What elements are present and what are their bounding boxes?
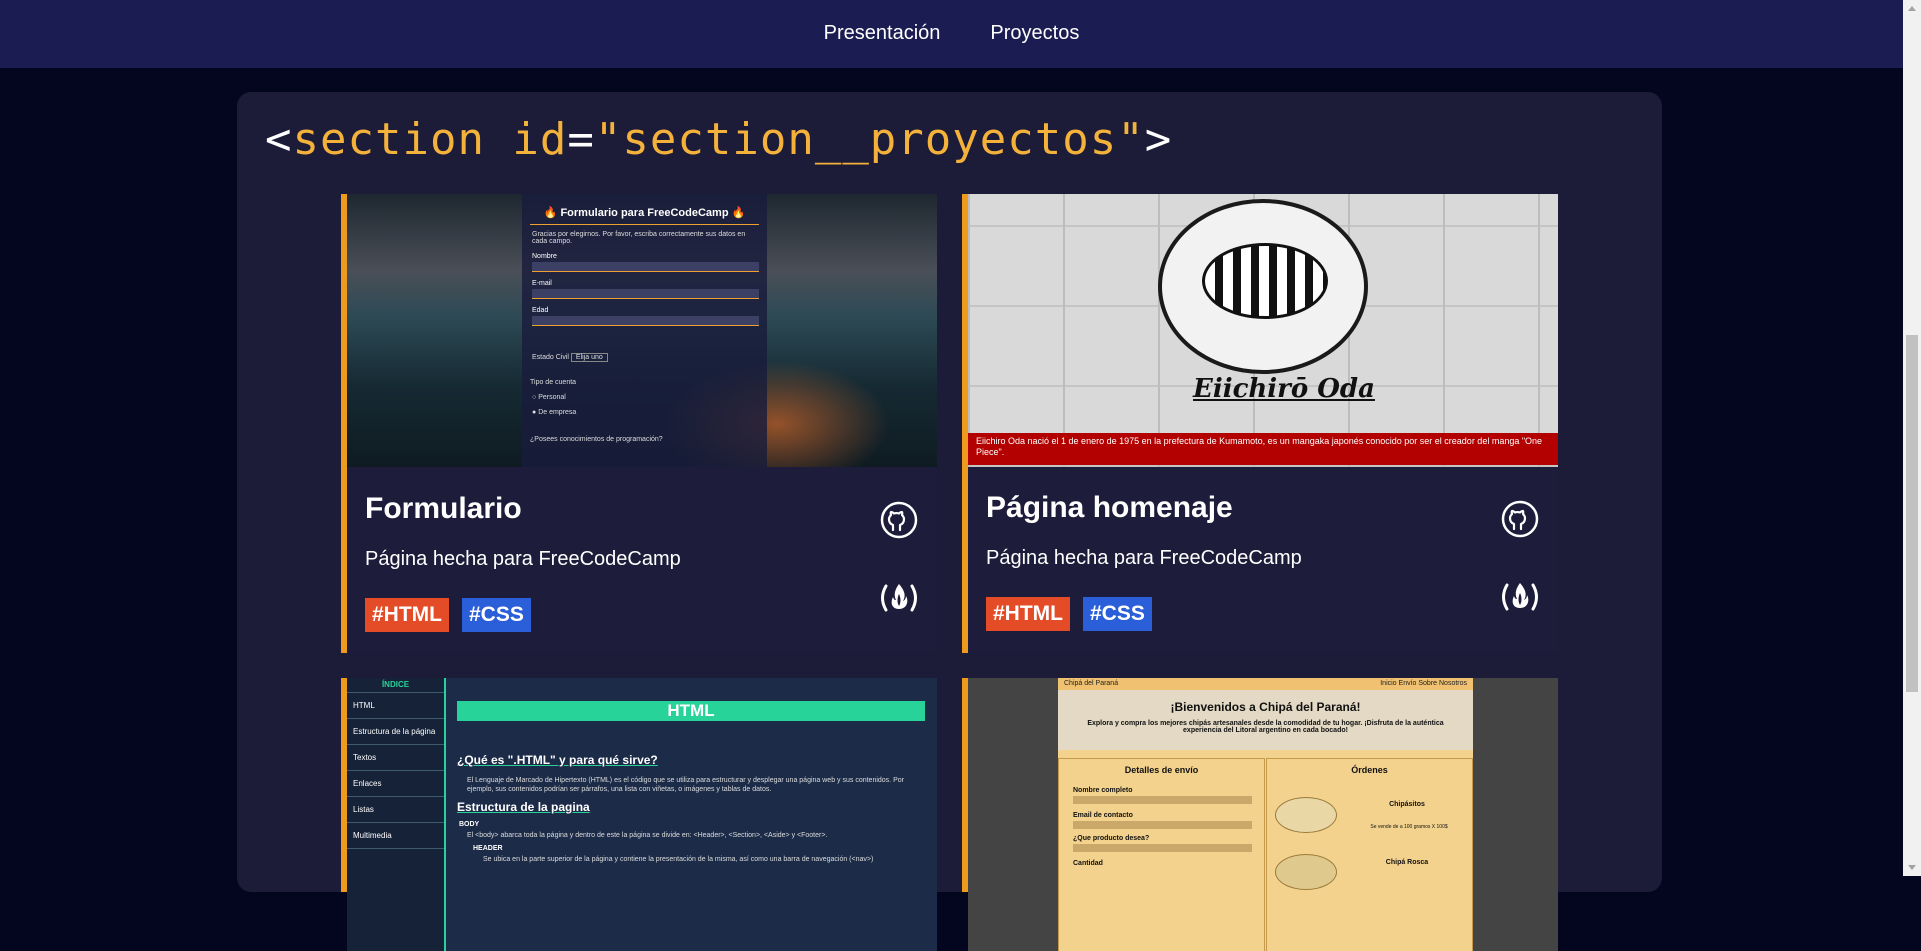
preview-index-item: HTML	[347, 693, 444, 719]
preview-brand: Chipá del Paraná	[1064, 680, 1119, 687]
freecodecamp-icon[interactable]	[1498, 577, 1542, 617]
preview-intro: Gracias por elegirnos. Por favor, escrib…	[532, 231, 746, 245]
preview-label: ¿Que producto desea?	[1073, 835, 1150, 842]
preview-select: Elija uno	[570, 353, 608, 362]
section-title: <section id="section__proyectos">	[265, 114, 1172, 165]
scroll-down-icon[interactable]	[1908, 865, 1916, 870]
freecodecamp-icon[interactable]	[877, 578, 921, 618]
preview-caption: Eiichiro Oda nació el 1 de enero de 1975…	[968, 433, 1558, 465]
page-scrollbar[interactable]	[1903, 0, 1921, 876]
preview-banner: HTML	[457, 701, 925, 721]
preview-index-item: Estructura de la página	[347, 719, 444, 745]
preview-name: Eiichirō Oda	[1193, 374, 1375, 404]
preview-heading: Estructura de la pagina	[457, 800, 590, 814]
preview-hero-title: ¡Bienvenidos a Chipá del Paraná!	[1170, 700, 1361, 714]
preview-col-title: Órdenes	[1351, 765, 1388, 775]
preview-paragraph: El Lenguaje de Marcado de Hipertexto (HT…	[467, 777, 904, 793]
project-preview-image[interactable]: Eiichirō Oda Eiichiro Oda nació el 1 de …	[968, 194, 1558, 467]
preview-label: Tipo de cuenta	[530, 379, 577, 386]
tag-name: section	[292, 114, 513, 165]
tag-css: #CSS	[462, 598, 531, 632]
project-card-formulario: 🔥 Formulario para FreeCodeCamp 🔥 Gracias…	[341, 194, 937, 653]
tag-open-bracket: <	[265, 114, 293, 165]
preview-radio: Personal	[538, 394, 566, 401]
preview-index-item: Listas	[347, 797, 444, 823]
shop-preview: Chipá del Paraná Inicio Envío Sobre Nosot…	[1058, 678, 1473, 951]
preview-label: BODY	[459, 821, 480, 828]
tag-html: #HTML	[986, 597, 1070, 631]
project-title: Formulario	[365, 492, 522, 525]
project-tags: #HTML #CSS	[365, 598, 531, 632]
attr-equals: =	[567, 114, 595, 165]
preview-index-item: Enlaces	[347, 771, 444, 797]
project-description: Página hecha para FreeCodeCamp	[365, 548, 681, 570]
preview-index-title: ÍNDICE	[347, 678, 444, 693]
preview-item-name: Chipásitos	[1389, 801, 1425, 808]
preview-heading: ¿Qué es ".HTML" y para qué sirve?	[457, 753, 658, 767]
preview-col-title: Detalles de envío	[1124, 765, 1199, 775]
form-preview-panel: 🔥 Formulario para FreeCodeCamp 🔥 Gracias…	[522, 194, 767, 467]
preview-title: 🔥 Formulario para FreeCodeCamp 🔥	[543, 207, 746, 219]
preview-label: HEADER	[473, 845, 503, 852]
nav-link-proyectos[interactable]: Proyectos	[990, 22, 1079, 45]
attr-value: "section__proyectos"	[594, 114, 1145, 165]
preview-question: ¿Posees conocimientos de programación?	[530, 436, 663, 443]
preview-item-name: Chipá Rosca	[1385, 859, 1429, 866]
project-preview-image[interactable]: ÍNDICE HTML Estructura de la página Text…	[347, 678, 937, 951]
project-card-html-guide: ÍNDICE HTML Estructura de la página Text…	[341, 678, 937, 951]
scroll-up-icon[interactable]	[1908, 6, 1916, 11]
tag-html: #HTML	[365, 598, 449, 632]
preview-label: Email de contacto	[1073, 812, 1133, 819]
github-icon[interactable]	[1500, 499, 1540, 539]
project-preview-image[interactable]: Chipá del Paraná Inicio Envío Sobre Nosot…	[968, 678, 1558, 951]
project-preview-image[interactable]: 🔥 Formulario para FreeCodeCamp 🔥 Gracias…	[347, 194, 937, 467]
project-card-chipa: Chipá del Paraná Inicio Envío Sobre Nosot…	[962, 678, 1558, 951]
preview-item-detail: Se vende de a 100 gramos X 100$	[1370, 824, 1448, 830]
attr-name: id	[512, 114, 568, 165]
preview-label: E-mail	[532, 280, 552, 287]
scroll-thumb[interactable]	[1906, 335, 1918, 692]
preview-label: Nombre completo	[1073, 787, 1133, 794]
preview-label: Nombre	[532, 253, 557, 260]
project-description: Página hecha para FreeCodeCamp	[986, 547, 1302, 569]
top-nav: Presentación Proyectos	[0, 0, 1903, 68]
preview-label: Edad	[532, 307, 549, 314]
tag-close-bracket: >	[1144, 114, 1173, 165]
project-tags: #HTML #CSS	[986, 597, 1152, 631]
portrait-oval	[1158, 199, 1368, 374]
preview-paragraph: Se ubica en la parte superior de la pági…	[483, 856, 874, 863]
preview-paragraph: El <body> abarca toda la página y dentro…	[467, 832, 828, 839]
preview-index: ÍNDICE HTML Estructura de la página Text…	[347, 678, 446, 951]
project-title: Página homenaje	[986, 491, 1233, 524]
preview-hero-sub: Explora y compra los mejores chipás arte…	[1087, 720, 1444, 734]
preview-label: Cantidad	[1073, 860, 1103, 867]
preview-label: Estado Civil	[532, 354, 569, 361]
preview-index-item: Multimedia	[347, 823, 444, 849]
preview-menu: Inicio Envío Sobre Nosotros	[1380, 680, 1467, 687]
projects-section: <section id="section__proyectos"> 🔥 Form…	[237, 92, 1662, 951]
tag-css: #CSS	[1083, 597, 1152, 631]
nav-link-presentacion[interactable]: Presentación	[824, 22, 941, 45]
project-card-homenaje: Eiichirō Oda Eiichiro Oda nació el 1 de …	[962, 194, 1558, 653]
github-icon[interactable]	[879, 500, 919, 540]
preview-index-item: Textos	[347, 745, 444, 771]
preview-radio: De empresa	[538, 409, 577, 416]
